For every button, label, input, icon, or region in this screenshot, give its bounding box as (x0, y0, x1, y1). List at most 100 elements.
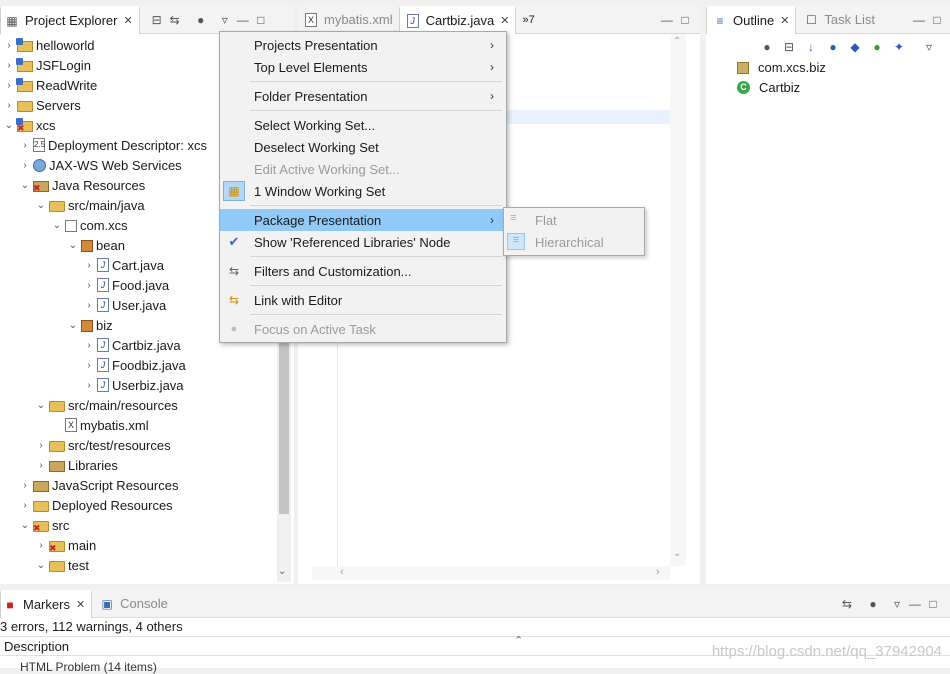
tree-label: Cartbiz.java (112, 337, 181, 353)
close-icon[interactable]: ✕ (76, 598, 85, 611)
outline-item-package[interactable]: com.xcs.biz (736, 57, 826, 77)
markers-row[interactable]: HTML Problem (14 items) (20, 660, 157, 674)
tree-item-biz[interactable]: ⌄ biz (66, 315, 113, 335)
menu-item-filters-customization[interactable]: ⇆ Filters and Customization... (220, 260, 506, 282)
tree-item-src-main-java[interactable]: ⌄ src/main/java (34, 195, 145, 215)
tree-item-foodbiz-java[interactable]: › J Foodbiz.java (82, 355, 185, 375)
java-file-icon: J (406, 13, 419, 28)
minimize-icon[interactable]: — (906, 595, 924, 613)
tree-item-bean[interactable]: ⌄ bean (66, 235, 125, 255)
scroll-left-icon[interactable]: ‹ (340, 566, 344, 578)
tree-item-java-resources[interactable]: ⌄ ✖ Java Resources (18, 175, 145, 195)
submenu-item-flat: ≡ Flat (504, 209, 644, 231)
collapse-all-icon[interactable]: ⊟ (780, 38, 798, 56)
filter-icon[interactable]: ⇆ (838, 595, 856, 613)
tree-item-libraries[interactable]: › Libraries (34, 455, 118, 475)
tab-mybatis-xml[interactable]: X mybatis.xml (298, 6, 399, 34)
hide-fields-icon[interactable]: ● (824, 38, 842, 56)
menu-item-focus-on-active-task: ● Focus on Active Task (220, 318, 506, 340)
tree-item-food-java[interactable]: › J Food.java (82, 275, 169, 295)
collapse-all-icon[interactable]: ⊟ (148, 11, 166, 29)
minimize-icon[interactable]: — (234, 11, 252, 29)
minimize-icon[interactable]: — (658, 11, 676, 29)
menu-item-folder-presentation[interactable]: Folder Presentation › (220, 85, 506, 107)
tab-project-explorer[interactable]: ▦ Project Explorer ✕ (0, 5, 140, 34)
menu-item-projects-presentation[interactable]: Projects Presentation › (220, 34, 506, 56)
menu-item-package-presentation[interactable]: Package Presentation › (220, 209, 506, 231)
tree-item-deployment-descriptor[interactable]: › 2.5 Deployment Descriptor: xcs (18, 135, 207, 155)
tree-item-servers[interactable]: › Servers (2, 95, 80, 115)
tab-cartbiz-java[interactable]: J Cartbiz.java ✕ (398, 5, 517, 34)
hide-local-types-icon[interactable]: ✦ (890, 38, 908, 56)
maximize-icon[interactable]: □ (928, 11, 946, 29)
menu-item-select-working-set[interactable]: Select Working Set... (220, 114, 506, 136)
tree-item-src[interactable]: ⌄ ✖ src (18, 515, 70, 535)
tree-item-cartbiz-java[interactable]: › J Cartbiz.java (82, 335, 181, 355)
tree-item-userbiz-java[interactable]: › J Userbiz.java (82, 375, 183, 395)
minimize-icon[interactable]: — (910, 11, 928, 29)
menu-item-window-working-set[interactable]: ▦ 1 Window Working Set (220, 180, 506, 202)
tree-item-cart-java[interactable]: › J Cart.java (82, 255, 164, 275)
maximize-icon[interactable]: □ (924, 595, 942, 613)
chevron-right-icon: › (490, 60, 494, 74)
tree-item-src-main-resources[interactable]: ⌄ src/main/resources (34, 395, 178, 415)
menu-item-top-level-elements[interactable]: Top Level Elements › (220, 56, 506, 78)
view-menu-chevron-down-icon[interactable]: ▿ (216, 11, 234, 29)
tree-item-jaxws[interactable]: › JAX-WS Web Services (18, 155, 181, 175)
close-icon[interactable]: ✕ (500, 14, 509, 27)
hide-static-icon[interactable]: ◆ (846, 38, 864, 56)
outline-item-class[interactable]: C Cartbiz (736, 77, 800, 97)
tree-item-src-test-resources[interactable]: › src/test/resources (34, 435, 170, 455)
tree-item-readwrite[interactable]: › ReadWrite (2, 75, 97, 95)
scroll-down-icon[interactable]: ⌄ (673, 548, 681, 559)
tree-item-user-java[interactable]: › J User.java (82, 295, 166, 315)
column-header-description[interactable]: Description (4, 639, 69, 654)
tab-console[interactable]: ▣ Console (92, 590, 174, 618)
tree-item-mybatis-xml[interactable]: Xmybatis.xml (50, 415, 149, 435)
maximize-icon[interactable]: □ (252, 11, 270, 29)
tree-label: User.java (112, 297, 167, 313)
tab-overflow-label: »7 (522, 13, 535, 26)
scroll-up-icon[interactable]: ⌃ (673, 36, 681, 47)
link-with-editor-icon: ⇆ (228, 293, 240, 307)
tab-task-list[interactable]: ☐ Task List (796, 6, 881, 34)
tree-item-main[interactable]: › ✖ main (34, 535, 96, 555)
tree-label: bean (96, 237, 125, 253)
hierarchical-layout-icon: ≡ (507, 233, 525, 250)
scroll-down-icon[interactable]: ⌄ (278, 566, 286, 577)
tree-item-helloworld[interactable]: › helloworld (2, 35, 94, 55)
tree-item-xcs[interactable]: ⌄ ✖ xcs (2, 115, 56, 135)
tree-item-javascript-resources[interactable]: › JavaScript Resources (18, 475, 178, 495)
tree-label: ReadWrite (36, 77, 98, 93)
menu-item-link-with-editor[interactable]: ⇆ Link with Editor (220, 289, 506, 311)
tab-label: mybatis.xml (324, 12, 393, 27)
menu-item-show-referenced-libraries[interactable]: ✔ Show 'Referenced Libraries' Node (220, 231, 506, 253)
editor-vscrollbar[interactable]: ⌃ ⌄ (670, 34, 686, 566)
view-menu-chevron-down-icon[interactable]: ▿ (920, 38, 938, 56)
editor-hscrollbar[interactable]: ‹ › (312, 566, 670, 580)
tree-item-com-xcs[interactable]: ⌄ com.xcs (50, 215, 128, 235)
maximize-icon[interactable]: □ (676, 11, 694, 29)
tab-overflow[interactable]: »7 (516, 6, 540, 34)
tree-item-test[interactable]: ⌄ test (34, 555, 89, 575)
focus-task-icon[interactable]: ● (864, 595, 882, 613)
view-menu-chevron-down-icon[interactable]: ▿ (888, 595, 906, 613)
sort-icon[interactable]: ↓ (802, 38, 820, 56)
close-icon[interactable]: ✕ (123, 14, 132, 27)
working-set-icon: ▦ (223, 181, 245, 201)
outline-panel: ● ⊟ ↓ ● ◆ ● ✦ ▿ com.xcs.biz C Cartbiz (706, 34, 950, 584)
close-icon[interactable]: ✕ (780, 14, 789, 27)
scroll-right-icon[interactable]: › (656, 566, 660, 578)
tab-outline[interactable]: ≡ Outline ✕ (706, 5, 797, 34)
tree-item-jsflogin[interactable]: › JSFLogin (2, 55, 91, 75)
chevron-right-icon: › (490, 213, 494, 227)
menu-separator (250, 205, 502, 206)
focus-task-icon[interactable]: ● (758, 38, 776, 56)
menu-item-deselect-working-set[interactable]: Deselect Working Set (220, 136, 506, 158)
link-with-editor-icon[interactable]: ⇆ (166, 11, 184, 29)
tree-item-deployed-resources[interactable]: › Deployed Resources (18, 495, 172, 515)
tab-markers[interactable]: ■ Markers ✕ (0, 589, 93, 618)
focus-task-icon[interactable]: ● (192, 11, 210, 29)
tab-label: Cartbiz.java (425, 13, 495, 28)
hide-nonpublic-icon[interactable]: ● (868, 38, 886, 56)
